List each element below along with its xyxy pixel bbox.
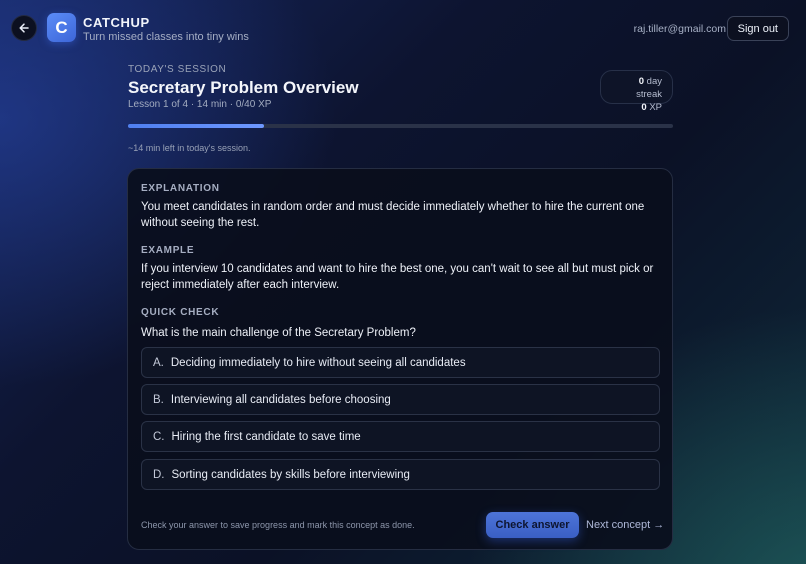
brand-subtitle: Turn missed classes into tiny wins (83, 31, 249, 43)
session-meta: Lesson 1 of 4 · 14 min · 0/40 XP (128, 99, 272, 110)
footer-note: Check your answer to save progress and m… (141, 520, 415, 530)
explanation-text: You meet candidates in random order and … (141, 201, 645, 229)
xp-value: 0 (641, 102, 647, 113)
brand-logo: C (47, 13, 76, 42)
user-email: raj.tiller@gmail.com (633, 23, 726, 35)
option-text: Deciding immediately to hire without see… (170, 356, 466, 369)
option-letter: A. (153, 356, 164, 369)
option-b[interactable]: B. Interviewing all candidates before ch… (141, 384, 660, 415)
option-letter: D. (153, 468, 165, 481)
example-label: EXAMPLE (141, 245, 195, 256)
example-text: If you interview 10 candidates and want … (141, 263, 654, 291)
option-text: Hiring the first candidate to save time (171, 430, 361, 443)
brand-title: CATCHUP (83, 15, 150, 30)
streak-value: 0 (638, 76, 645, 87)
option-text: Sorting candidates by skills before inte… (171, 468, 410, 481)
option-c[interactable]: C. Hiring the first candidate to save ti… (141, 421, 660, 452)
session-progress-bar (128, 124, 673, 128)
sign-out-button[interactable]: Sign out (726, 16, 789, 41)
xp-label: XP (649, 102, 662, 113)
page-title: Secretary Problem Overview (128, 78, 359, 97)
explanation-label: EXPLANATION (141, 183, 220, 194)
next-concept-button[interactable]: Next concept → (586, 519, 664, 531)
question-text: What is the main challenge of the Secret… (141, 327, 416, 339)
streak-badge: 0 day streak 0 XP (600, 70, 673, 113)
session-label: TODAY'S SESSION (128, 64, 227, 75)
option-letter: C. (153, 430, 165, 443)
check-answer-button[interactable]: Check answer (486, 512, 579, 538)
time-left-text: ~14 min left in today's session. (128, 143, 251, 153)
option-d[interactable]: D. Sorting candidates by skills before i… (141, 459, 660, 490)
option-text: Interviewing all candidates before choos… (170, 393, 391, 406)
session-progress-fill (128, 124, 265, 128)
option-letter: B. (153, 393, 164, 406)
back-button[interactable] (11, 15, 37, 41)
arrow-left-icon (19, 23, 29, 33)
lesson-card: EXPLANATION You meet candidates in rando… (127, 168, 673, 550)
quick-check-label: QUICK CHECK (141, 307, 220, 318)
option-a[interactable]: A. Deciding immediately to hire without … (141, 347, 660, 378)
